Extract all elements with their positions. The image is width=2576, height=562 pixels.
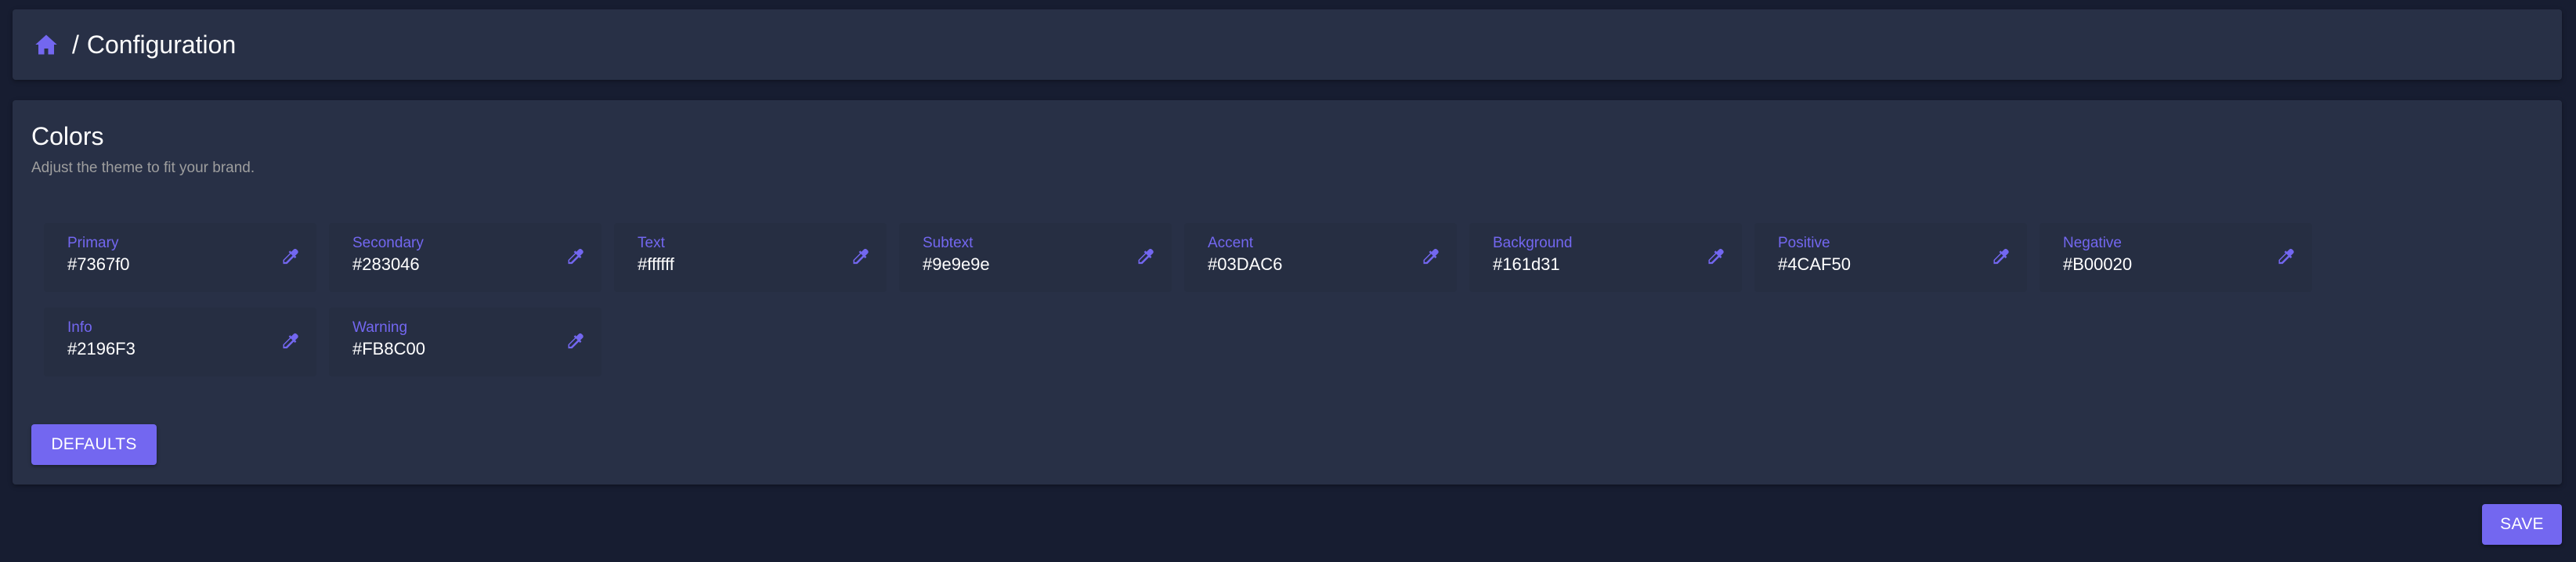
color-field-negative[interactable]: Negative #B00020 xyxy=(2039,223,2312,292)
eyedropper-icon[interactable] xyxy=(1703,245,1728,270)
color-field-primary[interactable]: Primary #7367f0 xyxy=(44,223,316,292)
breadcrumb: / Configuration xyxy=(13,9,2562,80)
color-field-secondary[interactable]: Secondary #283046 xyxy=(329,223,602,292)
eyedropper-icon[interactable] xyxy=(847,245,873,270)
color-field-info[interactable]: Info #2196F3 xyxy=(44,308,316,376)
eyedropper-icon[interactable] xyxy=(562,330,587,355)
color-field-text[interactable]: Text #ffffff xyxy=(614,223,887,292)
section-title: Colors xyxy=(31,122,104,150)
eyedropper-icon[interactable] xyxy=(1988,245,2013,270)
defaults-button[interactable]: DEFAULTS xyxy=(31,424,157,465)
breadcrumb-current-page: Configuration xyxy=(86,30,237,59)
eyedropper-icon[interactable] xyxy=(1418,245,1443,270)
color-field-positive[interactable]: Positive #4CAF50 xyxy=(1754,223,2027,292)
colors-card: Colors Adjust the theme to fit your bran… xyxy=(13,100,2562,485)
color-field-warning[interactable]: Warning #FB8C00 xyxy=(329,308,602,376)
color-field-accent[interactable]: Accent #03DAC6 xyxy=(1184,223,1457,292)
eyedropper-icon[interactable] xyxy=(277,330,302,355)
breadcrumb-separator: / xyxy=(72,30,79,59)
color-field-subtext[interactable]: Subtext #9e9e9e xyxy=(899,223,1172,292)
eyedropper-icon[interactable] xyxy=(562,245,587,270)
eyedropper-icon[interactable] xyxy=(1133,245,1158,270)
section-subtitle: Adjust the theme to fit your brand. xyxy=(31,160,255,176)
save-button[interactable]: SAVE xyxy=(2482,504,2562,545)
color-field-background[interactable]: Background #161d31 xyxy=(1469,223,1742,292)
home-icon[interactable] xyxy=(33,31,60,58)
eyedropper-icon[interactable] xyxy=(2273,245,2298,270)
color-fields-grid: Primary #7367f0 Secondary #283046 Text #… xyxy=(44,223,2312,376)
eyedropper-icon[interactable] xyxy=(277,245,302,270)
